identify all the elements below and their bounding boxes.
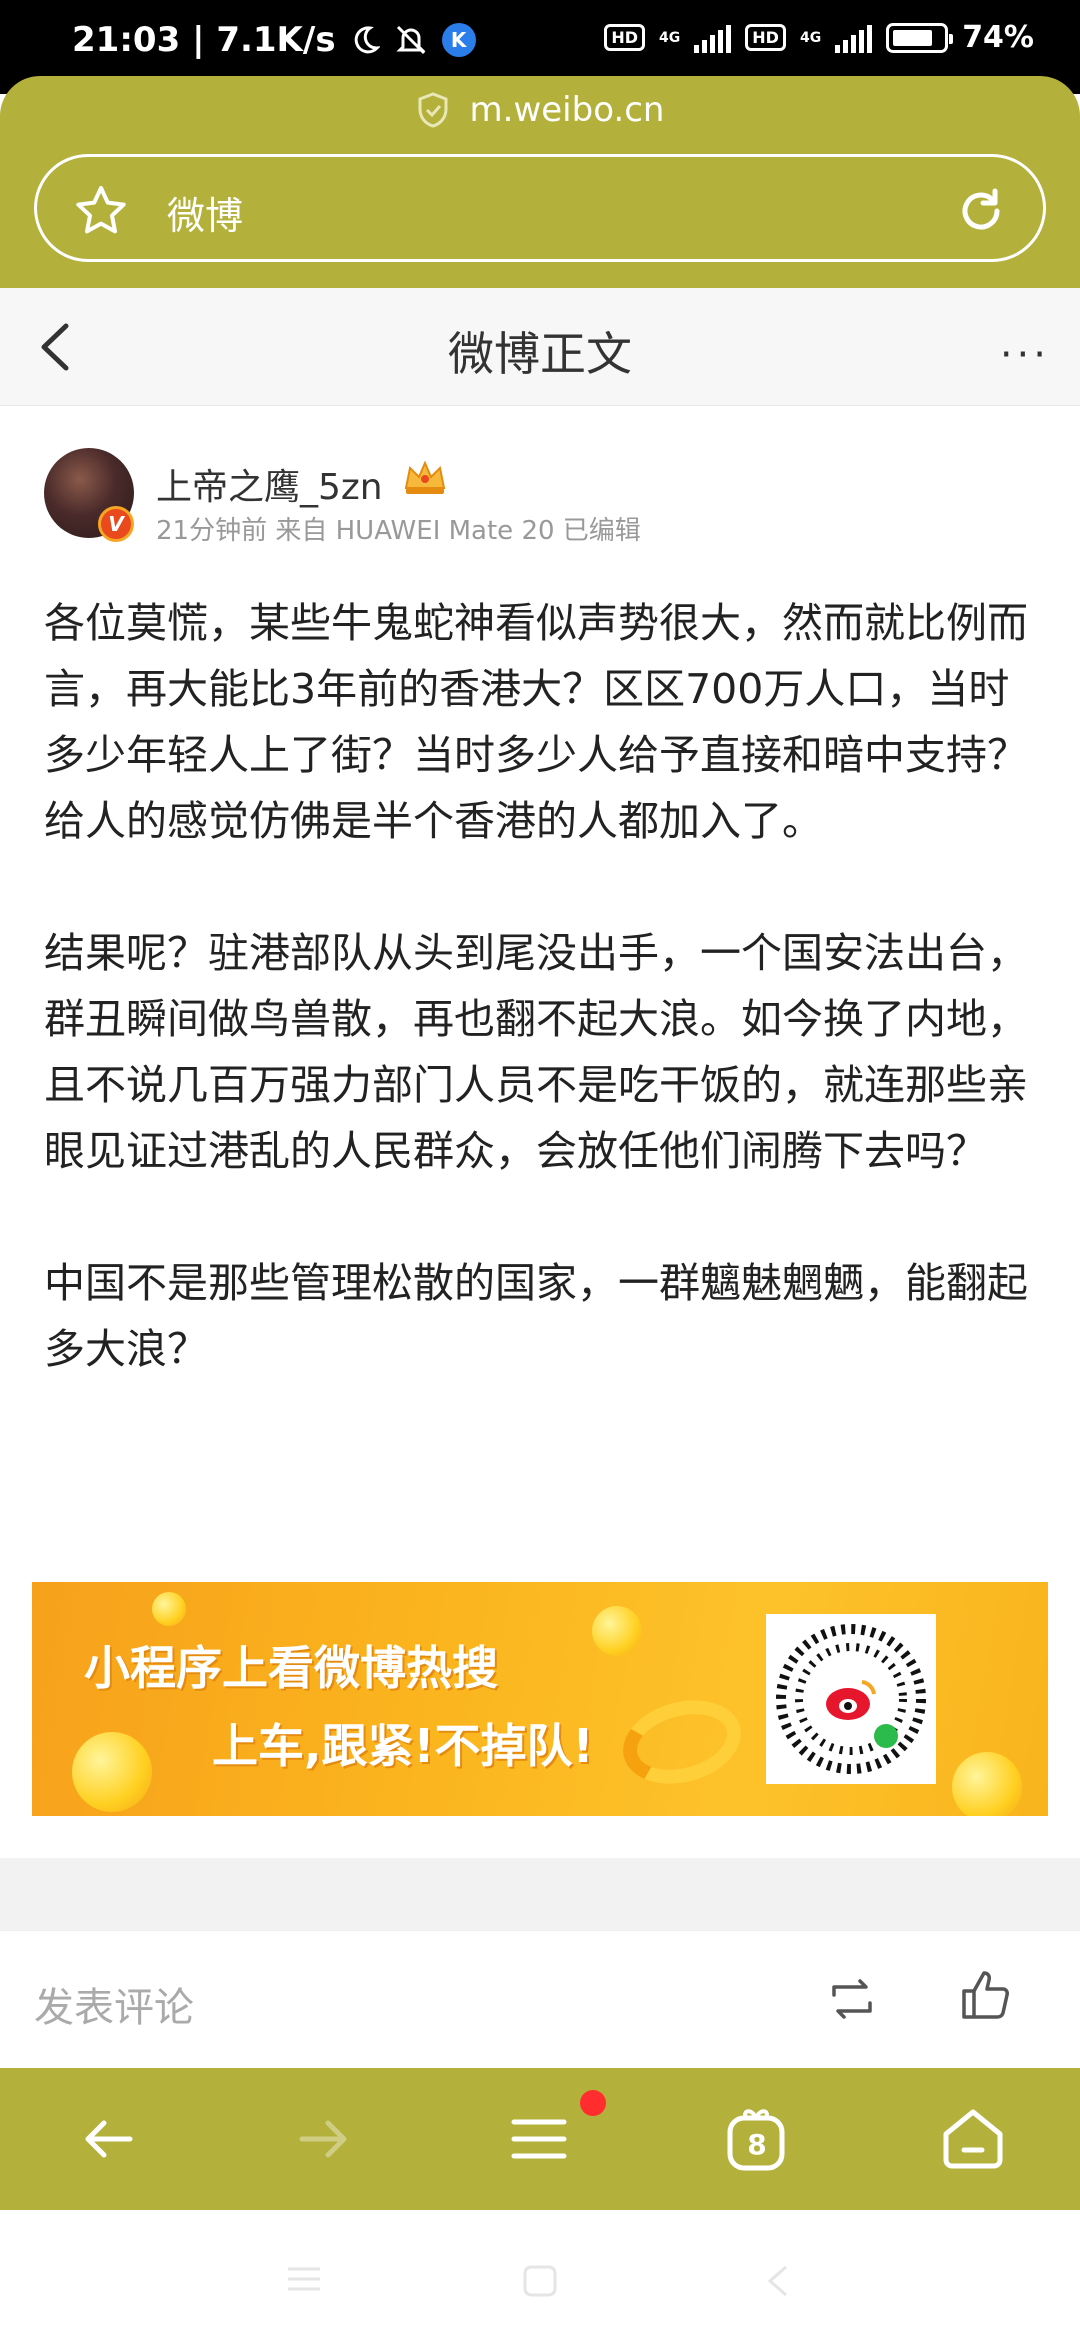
mini-program-qr-code [766,1614,936,1784]
decor-bubble [952,1752,1022,1816]
domain-text: m.weibo.cn [469,90,665,130]
mini-program-banner[interactable]: 小程序上看微博热搜 上车,跟紧!不掉队! [32,1582,1048,1816]
comment-bar: 发表评论 [0,1930,1080,2068]
star-icon[interactable] [73,183,129,239]
hd-badge-2: HD [745,24,786,51]
tabs-button[interactable]: 8 [722,2104,792,2174]
post-paragraph: 中国不是那些管理松散的国家，一群魑魅魍魉，能翻起多大浪？ [44,1259,1028,1373]
notification-dot [580,2090,606,2116]
section-divider [0,1858,1080,1930]
home-square-icon[interactable] [522,2264,558,2298]
battery-percent: 74% [962,20,1034,55]
address-title[interactable]: 微博 [167,185,243,240]
page-header: 微博正文 ··· [0,288,1080,406]
browser-bottom-nav: 8 [0,2068,1080,2210]
home-icon[interactable] [938,2104,1008,2174]
decor-bubble [152,1592,186,1626]
post-body: 各位莫慌，某些牛鬼蛇神看似声势很大，然而就比例而言，再大能比3年前的香港大？区区… [44,590,1044,1448]
comment-input[interactable]: 发表评论 [34,1975,194,2033]
forward-arrow-icon[interactable] [288,2104,358,2174]
decor-bubble [72,1732,152,1812]
tabs-count: 8 [747,2128,767,2161]
signal-icon-2 [835,23,873,53]
back-arrow-icon[interactable] [74,2104,144,2174]
crown-icon [404,460,446,494]
address-bar[interactable]: 微博 [34,154,1046,262]
post-author: V 上帝之鹰_5zn 21分钟前 来自 HUAWEI Mate 20 已编辑 [44,448,1044,548]
mute-bell-icon [395,25,426,55]
verified-badge: V [98,506,134,542]
reload-icon[interactable] [955,185,1007,237]
post-meta: 21分钟前 来自 HUAWEI Mate 20 已编辑 [156,516,641,546]
hd-badge: HD [604,24,646,51]
status-left: 21:03 | 7.1K/s K [72,20,476,60]
signal-icon [694,23,732,53]
status-right: HD 4G HD 4G 74% [604,20,1034,55]
repost-icon[interactable] [824,1971,880,2027]
author-name[interactable]: 上帝之鹰_5zn [156,458,383,510]
like-thumb-icon[interactable] [958,1967,1014,2023]
page-title: 微博正文 [448,327,632,381]
moon-icon [354,26,380,54]
banner-subline: 上车,跟紧!不掉队! [212,1719,594,1773]
banner-headline: 小程序上看微博热搜 [84,1641,498,1695]
domain-row: m.weibo.cn [0,90,1080,130]
status-time-speed: 21:03 | 7.1K/s [72,20,336,60]
menu-icon[interactable] [504,2104,574,2174]
shield-icon [418,92,448,128]
post-paragraph: 各位莫慌，某些牛鬼蛇神看似声势很大，然而就比例而言，再大能比3年前的香港大？区区… [44,599,1028,845]
system-nav-bar [0,2210,1080,2340]
qr-code-graphic [776,1624,926,1774]
weibo-swirl-decor [613,1687,751,1797]
decor-bubble [592,1606,642,1656]
network-type-label-2: 4G [799,29,822,46]
k-app-icon: K [441,23,476,57]
battery-icon [886,22,954,53]
network-type-label: 4G [659,29,681,46]
browser-top-bar: m.weibo.cn 微博 [0,76,1080,288]
more-options-icon[interactable]: ··· [1000,332,1050,378]
recent-apps-icon[interactable] [284,2264,324,2294]
post-paragraph: 结果呢？驻港部队从头到尾没出手，一个国安法出台，群丑瞬间做鸟兽散，再也翻不起大浪… [44,929,1028,1175]
system-back-icon[interactable] [764,2264,794,2298]
